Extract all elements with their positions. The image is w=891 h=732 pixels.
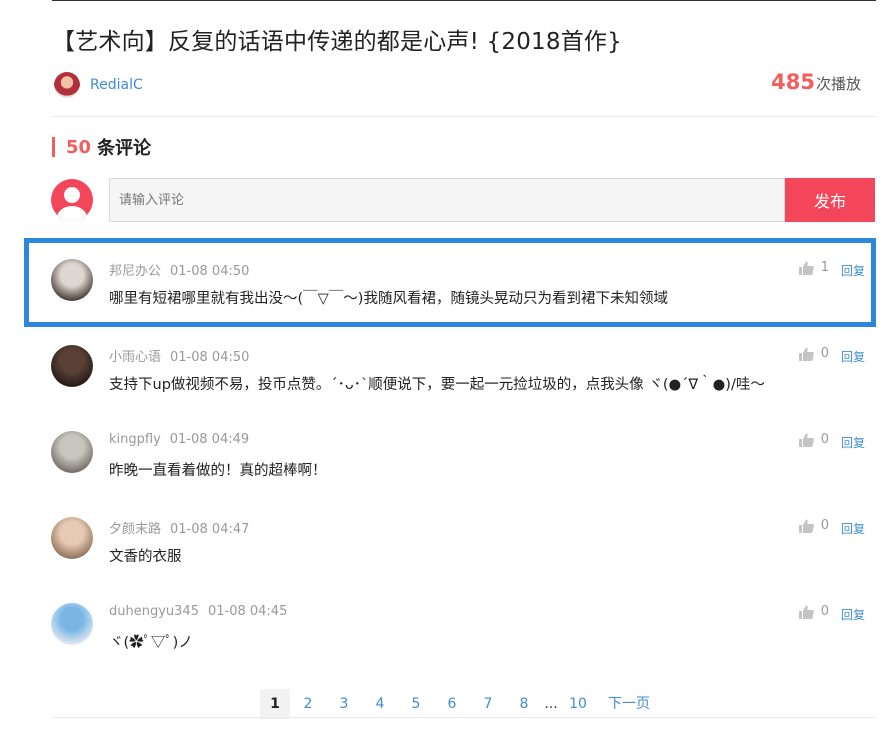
top-divider	[52, 0, 876, 1]
like-button[interactable]: 0	[798, 604, 829, 619]
comment-text: 昨晚一直看着做的！真的超棒啊！	[109, 463, 327, 479]
author-info: RedialC	[54, 72, 143, 98]
comment-meta: 邦尼办公 01-08 04:50	[109, 260, 249, 279]
page-link[interactable]: 6	[434, 689, 470, 719]
like-count: 0	[820, 518, 829, 533]
like-button[interactable]: 0	[798, 518, 829, 533]
like-count: 0	[820, 604, 829, 619]
like-count: 0	[820, 346, 829, 361]
thumbs-up-icon	[798, 433, 814, 447]
reply-link[interactable]: 回复	[841, 348, 865, 365]
pagination: 1 2 3 4 5 6 7 8 ... 10 下一页	[260, 689, 650, 719]
play-count: 485次播放	[771, 70, 861, 94]
commenter-avatar[interactable]	[51, 603, 93, 645]
like-button[interactable]: 0	[798, 346, 829, 361]
next-page-link[interactable]: 下一页	[608, 689, 650, 719]
reply-link[interactable]: 回复	[841, 606, 865, 623]
play-count-number: 485	[771, 70, 815, 94]
like-count: 0	[820, 432, 829, 447]
comment-time: 01-08 04:47	[170, 522, 250, 537]
author-avatar[interactable]	[54, 72, 80, 98]
comment-text: 支持下up做视频不易，投币点赞。´･ᴗ･`顺便说下，要一起一元捡垃圾的，点我头像…	[109, 377, 765, 393]
play-count-label: 次播放	[815, 75, 861, 93]
comment-meta: duhengyu345 01-08 04:45	[109, 604, 287, 619]
comment-meta: kingpfly 01-08 04:49	[109, 432, 249, 447]
comment-item: 邦尼办公 01-08 04:50 哪里有短裙哪里就有我出没～(￣▽￣～)我随风看裙…	[51, 246, 875, 332]
header-divider	[52, 116, 876, 117]
commenter-avatar[interactable]	[51, 345, 93, 387]
comment-time: 01-08 04:50	[170, 350, 250, 365]
like-count: 1	[820, 260, 829, 275]
comment-text: 哪里有短裙哪里就有我出没～(￣▽￣～)我随风看裙，随镜头晃动只为看到裙下未知领域	[109, 291, 668, 307]
commenter-avatar[interactable]	[51, 517, 93, 559]
author-name-link[interactable]: RedialC	[90, 77, 143, 93]
page-link[interactable]: 4	[362, 689, 398, 719]
commenter-name[interactable]: duhengyu345	[109, 604, 199, 619]
comments-count-heading: 50 条评论	[52, 136, 152, 159]
comment-item: 小雨心语 01-08 04:50 支持下up做视频不易，投币点赞。´･ᴗ･`顺便说…	[51, 332, 875, 418]
comment-meta: 小雨心语 01-08 04:50	[109, 346, 249, 365]
comment-list: 邦尼办公 01-08 04:50 哪里有短裙哪里就有我出没～(￣▽￣～)我随风看裙…	[51, 246, 875, 676]
comment-item: kingpfly 01-08 04:49 昨晚一直看着做的！真的超棒啊！ 0 回复	[51, 418, 875, 504]
page-link-last[interactable]: 10	[560, 689, 596, 719]
commenter-avatar[interactable]	[51, 431, 93, 473]
like-button[interactable]: 1	[798, 260, 829, 275]
comments-count-label: 条评论	[97, 138, 152, 159]
page-ellipsis: ...	[544, 696, 558, 712]
like-button[interactable]: 0	[798, 432, 829, 447]
footer-divider	[52, 717, 876, 718]
comment-item: 夕颜末路 01-08 04:47 文香的衣服 0 回复	[51, 504, 875, 590]
comment-meta: 夕颜末路 01-08 04:47	[109, 518, 249, 537]
commenter-name[interactable]: 小雨心语	[109, 350, 161, 365]
page-link[interactable]: 2	[290, 689, 326, 719]
comment-text: ヾ(✿ﾟ▽ﾟ)ノ	[109, 635, 193, 651]
comment-time: 01-08 04:45	[207, 604, 288, 619]
comment-time: 01-08 04:49	[169, 432, 250, 447]
commenter-name[interactable]: 邦尼办公	[109, 264, 161, 279]
comment-item: duhengyu345 01-08 04:45 ヾ(✿ﾟ▽ﾟ)ノ 0 回复	[51, 590, 875, 676]
commenter-name[interactable]: 夕颜末路	[109, 522, 161, 537]
comment-text: 文香的衣服	[109, 549, 182, 565]
reply-link[interactable]: 回复	[841, 520, 865, 537]
thumbs-up-icon	[798, 261, 814, 275]
page-link[interactable]: 8	[506, 689, 542, 719]
thumbs-up-icon	[798, 347, 814, 361]
reply-link[interactable]: 回复	[841, 262, 865, 279]
reply-link[interactable]: 回复	[841, 434, 865, 451]
page-link[interactable]: 7	[470, 689, 506, 719]
thumbs-up-icon	[798, 519, 814, 533]
video-title: 【艺术向】反复的话语中传递的都是心声! {2018首作}	[52, 29, 622, 55]
page-link-current[interactable]: 1	[260, 689, 290, 719]
page-link[interactable]: 3	[326, 689, 362, 719]
page-link[interactable]: 5	[398, 689, 434, 719]
comment-input[interactable]	[109, 178, 785, 222]
comments-count-number: 50	[66, 136, 92, 158]
commenter-name[interactable]: kingpfly	[109, 432, 161, 447]
publish-button[interactable]: 发布	[785, 178, 875, 222]
thumbs-up-icon	[798, 605, 814, 619]
user-icon	[51, 179, 93, 221]
heading-accent-bar	[52, 137, 55, 157]
comment-time: 01-08 04:50	[170, 264, 250, 279]
commenter-avatar[interactable]	[51, 259, 93, 301]
